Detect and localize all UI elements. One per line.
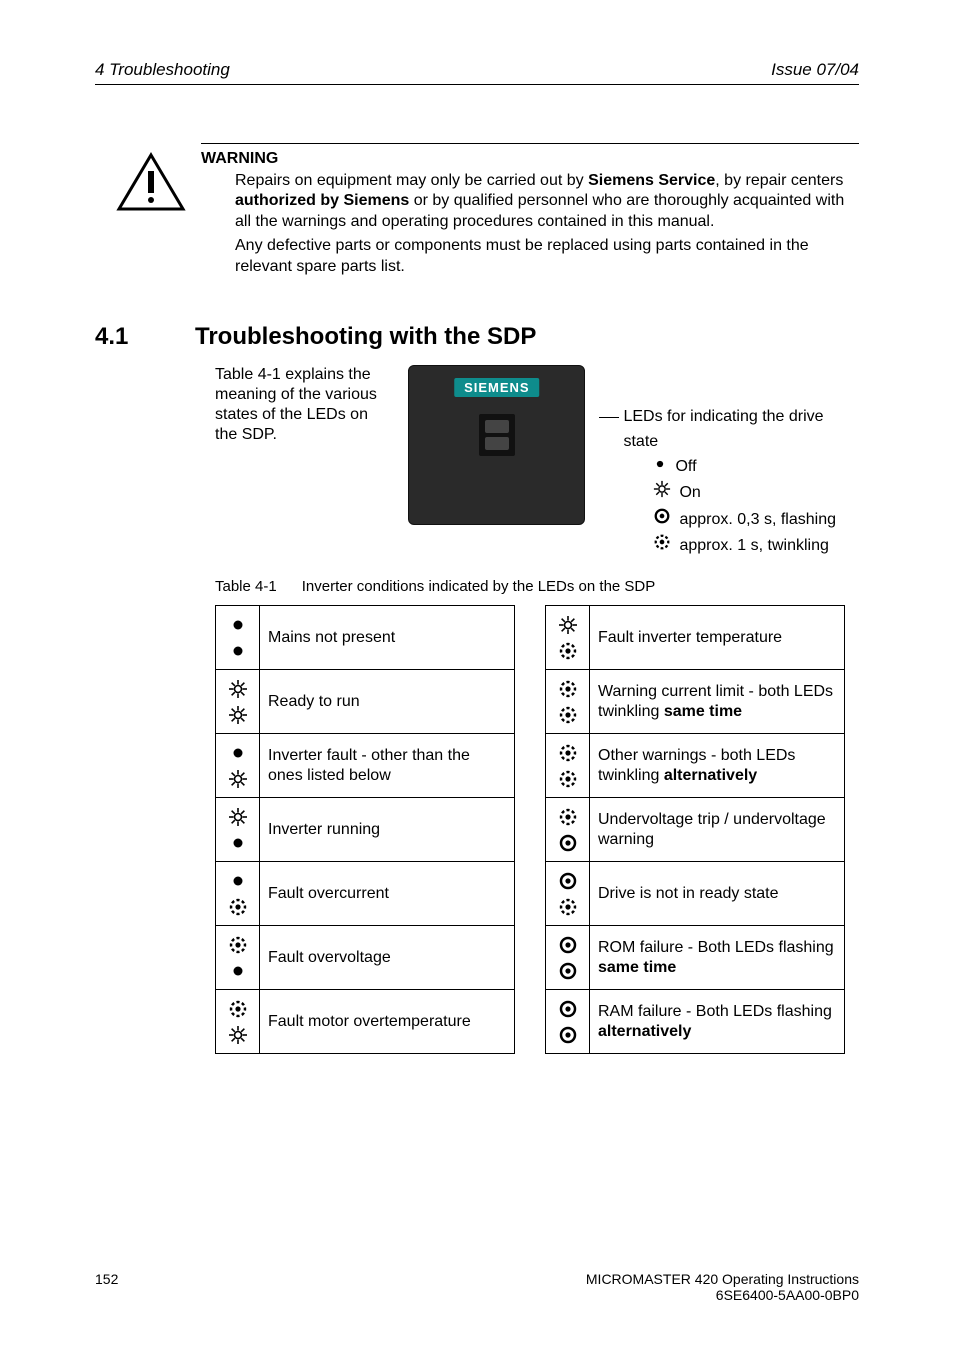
footer-line1: MICROMASTER 420 Operating Instructions: [586, 1271, 859, 1287]
led-tables: Mains not presentReady to runInverter fa…: [215, 605, 859, 1054]
legend-on: On: [653, 480, 859, 507]
warning-title: WARNING: [201, 150, 859, 168]
legend-twinkle: approx. 1 s, twinkling: [653, 533, 859, 560]
table-row: Inverter running: [216, 798, 515, 862]
led-state-desc: Fault inverter temperature: [590, 606, 845, 670]
led-state-icon: [216, 862, 260, 926]
led-state-icon: [216, 798, 260, 862]
table-caption: Table 4-1 Inverter conditions indicated …: [215, 578, 859, 595]
intro-text: Table 4-1 explains the meaning of the va…: [215, 365, 392, 560]
led-state-icon: [546, 606, 590, 670]
header-right: Issue 07/04: [771, 60, 859, 80]
led-state-desc: Ready to run: [260, 670, 515, 734]
table-row: Undervoltage trip / undervoltage warning: [546, 798, 845, 862]
led-state-desc: Fault overvoltage: [260, 926, 515, 990]
warning-block: WARNING Repairs on equipment may only be…: [115, 143, 859, 277]
led-state-icon: [546, 670, 590, 734]
led-state-desc: RAM failure - Both LEDs flashing alterna…: [590, 990, 845, 1054]
led-state-icon: [546, 734, 590, 798]
footer-line2: 6SE6400-5AA00-0BP0: [586, 1287, 859, 1303]
led-table-right: Fault inverter temperatureWarning curren…: [545, 605, 845, 1054]
warning-triangle-icon: [115, 151, 187, 277]
led-state-icon: [216, 670, 260, 734]
led-state-icon: [546, 862, 590, 926]
section-heading: 4.1 Troubleshooting with the SDP: [95, 323, 859, 351]
led-state-desc: Drive is not in ready state: [590, 862, 845, 926]
led-state-icon: [216, 926, 260, 990]
led-state-icon: [546, 798, 590, 862]
header-left: 4 Troubleshooting: [95, 60, 230, 80]
led-state-desc: Inverter running: [260, 798, 515, 862]
table-row: Ready to run: [216, 670, 515, 734]
page-footer: 152 MICROMASTER 420 Operating Instructio…: [0, 1271, 954, 1303]
table-row: ROM failure - Both LEDs flashing same ti…: [546, 926, 845, 990]
table-row: Fault motor overtemperature: [216, 990, 515, 1054]
led-legend: LEDs for indicating the drive state Off …: [601, 365, 859, 560]
warning-body: Repairs on equipment may only be carried…: [235, 171, 859, 232]
led-state-desc: ROM failure - Both LEDs flashing same ti…: [590, 926, 845, 990]
section-number: 4.1: [95, 323, 165, 351]
table-row: Fault overcurrent: [216, 862, 515, 926]
led-state-desc: Inverter fault - other than the ones lis…: [260, 734, 515, 798]
led-state-desc: Undervoltage trip / undervoltage warning: [590, 798, 845, 862]
page-header: 4 Troubleshooting Issue 07/04: [95, 60, 859, 85]
siemens-logo: SIEMENS: [454, 378, 540, 397]
led-state-desc: Fault overcurrent: [260, 862, 515, 926]
led-state-icon: [216, 734, 260, 798]
legend-off: Off: [653, 455, 859, 480]
page-number: 152: [95, 1271, 118, 1303]
table-row: Fault inverter temperature: [546, 606, 845, 670]
table-row: Drive is not in ready state: [546, 862, 845, 926]
legend-heading: LEDs for indicating the drive state: [623, 405, 859, 455]
table-row: RAM failure - Both LEDs flashing alterna…: [546, 990, 845, 1054]
table-row: Other warnings - both LEDs twinkling alt…: [546, 734, 845, 798]
table-row: Mains not present: [216, 606, 515, 670]
led-state-desc: Mains not present: [260, 606, 515, 670]
led-state-icon: [546, 926, 590, 990]
section-title: Troubleshooting with the SDP: [195, 323, 536, 351]
table-row: Inverter fault - other than the ones lis…: [216, 734, 515, 798]
led-state-icon: [216, 990, 260, 1054]
warning-body-2: Any defective parts or components must b…: [235, 236, 859, 277]
table-row: Warning current limit - both LEDs twinkl…: [546, 670, 845, 734]
led-state-desc: Warning current limit - both LEDs twinkl…: [590, 670, 845, 734]
led-state-icon: [546, 990, 590, 1054]
led-table-left: Mains not presentReady to runInverter fa…: [215, 605, 515, 1054]
legend-flash: approx. 0,3 s, flashing: [653, 507, 859, 534]
led-state-desc: Other warnings - both LEDs twinkling alt…: [590, 734, 845, 798]
table-row: Fault overvoltage: [216, 926, 515, 990]
led-state-desc: Fault motor overtemperature: [260, 990, 515, 1054]
sdp-device-illustration: SIEMENS: [408, 365, 585, 525]
led-state-icon: [216, 606, 260, 670]
